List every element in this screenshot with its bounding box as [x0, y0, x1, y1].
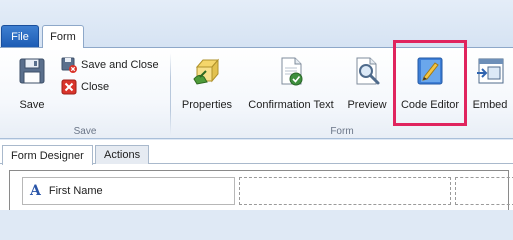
- embed-icon: [474, 55, 506, 87]
- properties-button[interactable]: Properties: [178, 51, 236, 123]
- preview-icon: [351, 55, 383, 87]
- group-separator: [170, 53, 171, 135]
- close-button[interactable]: Close: [61, 78, 109, 96]
- confirmation-text-label: Confirmation Text: [248, 99, 334, 111]
- close-icon: [61, 79, 77, 95]
- save-button[interactable]: Save: [12, 51, 52, 123]
- save-and-close-button[interactable]: Save and Close: [61, 56, 159, 74]
- form-group-label: Form: [330, 126, 354, 137]
- preview-label: Preview: [347, 99, 387, 111]
- properties-label: Properties: [181, 99, 233, 111]
- empty-cell-placeholder[interactable]: [455, 177, 513, 205]
- save-and-close-icon: [61, 57, 77, 73]
- tab-form-designer[interactable]: Form Designer: [2, 145, 93, 165]
- tab-actions[interactable]: Actions: [95, 145, 150, 164]
- confirmation-text-icon: [275, 55, 307, 87]
- field-label: First Name: [48, 185, 103, 197]
- embed-button[interactable]: Embed: [470, 51, 510, 123]
- tab-form[interactable]: Form: [42, 25, 84, 48]
- save-group-label: Save: [73, 126, 97, 137]
- save-and-close-label: Save and Close: [81, 59, 159, 71]
- first-name-field[interactable]: A First Name: [22, 177, 235, 205]
- text-field-icon: A: [30, 183, 41, 199]
- code-editor-highlight: [393, 40, 467, 126]
- form-designer-canvas: A First Name: [9, 170, 513, 210]
- close-label: Close: [81, 81, 110, 93]
- properties-icon: [191, 55, 223, 87]
- empty-cell-placeholder[interactable]: [239, 177, 451, 205]
- confirmation-text-button[interactable]: Confirmation Text: [244, 51, 338, 123]
- preview-button[interactable]: Preview: [346, 51, 388, 123]
- floppy-disk-icon: [16, 55, 48, 87]
- tab-file[interactable]: File: [1, 25, 39, 47]
- embed-label: Embed: [472, 99, 508, 111]
- save-label: Save: [19, 99, 45, 111]
